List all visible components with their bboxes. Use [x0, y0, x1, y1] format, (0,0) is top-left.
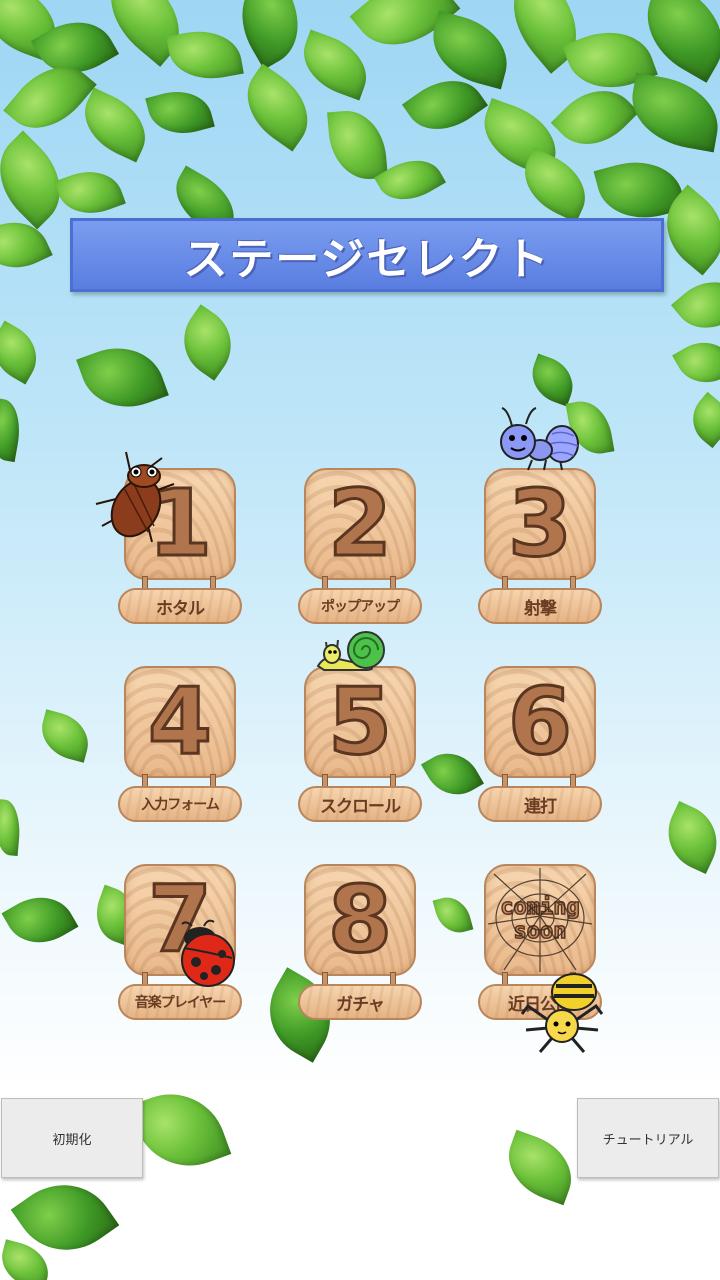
stage-label-pill[interactable]: スクロール	[298, 786, 422, 822]
stage-number: 5	[326, 668, 393, 775]
tutorial-button-label: チュートリアル	[602, 1132, 694, 1148]
stage-plank[interactable]: 3	[484, 468, 596, 580]
page-title: ステージセレクト	[183, 234, 551, 285]
caterpillar-icon	[500, 407, 579, 471]
stage-label: スクロール	[320, 796, 401, 817]
stage-label: 音楽プレイヤー	[134, 995, 227, 1011]
stage-label: ガチャ	[336, 994, 385, 1015]
stage-plank[interactable]: 6	[484, 666, 596, 778]
stage-number: 3	[506, 470, 573, 577]
stage-button-3[interactable]: 3 射撃	[478, 468, 602, 628]
stage-button-4[interactable]: 4 入力フォーム	[118, 666, 242, 826]
stage-number: 8	[326, 866, 393, 973]
ladybug-icon	[181, 919, 235, 987]
stage-label: 射撃	[524, 598, 557, 619]
stage-label: ホタル	[156, 598, 205, 619]
tutorial-button[interactable]: チュートリアル	[577, 1098, 719, 1178]
spider-web-icon	[487, 868, 593, 972]
stage-label-pill[interactable]: 音楽プレイヤー	[118, 984, 242, 1020]
stage-plank[interactable]: 2	[304, 468, 416, 580]
stage-number: 2	[326, 470, 393, 577]
stage-button-6[interactable]: 6 連打	[478, 666, 602, 826]
stage-button-5[interactable]: 5 スクロール	[298, 666, 422, 826]
cicada-icon	[95, 451, 175, 543]
title-banner: ステージセレクト	[70, 218, 664, 292]
stage-plank[interactable]: 8	[304, 864, 416, 976]
stage-button-2[interactable]: 2 ポップアップ	[298, 468, 422, 628]
stage-label-pill[interactable]: ポップアップ	[298, 588, 422, 624]
reset-button[interactable]: 初期化	[1, 1098, 143, 1178]
stage-button-8[interactable]: 8 ガチャ	[298, 864, 422, 1024]
stage-number: 6	[506, 668, 573, 775]
stage-label-pill[interactable]: ホタル	[118, 588, 242, 624]
stage-plank[interactable]: 4	[124, 666, 236, 778]
stage-label-pill[interactable]: 入力フォーム	[118, 786, 242, 822]
spider-icon	[520, 973, 604, 1053]
stage-number: 4	[146, 668, 213, 775]
stage-label: 連打	[524, 796, 557, 817]
stage-label-pill[interactable]: ガチャ	[298, 984, 422, 1020]
stage-label: ポップアップ	[321, 599, 400, 615]
stage-label-pill[interactable]: 連打	[478, 786, 602, 822]
stage-label: 入力フォーム	[141, 797, 220, 813]
stage-plank[interactable]: 5	[304, 666, 416, 778]
stage-label-pill[interactable]: 射撃	[478, 588, 602, 624]
snail-icon	[316, 631, 385, 671]
reset-button-label: 初期化	[52, 1132, 92, 1148]
